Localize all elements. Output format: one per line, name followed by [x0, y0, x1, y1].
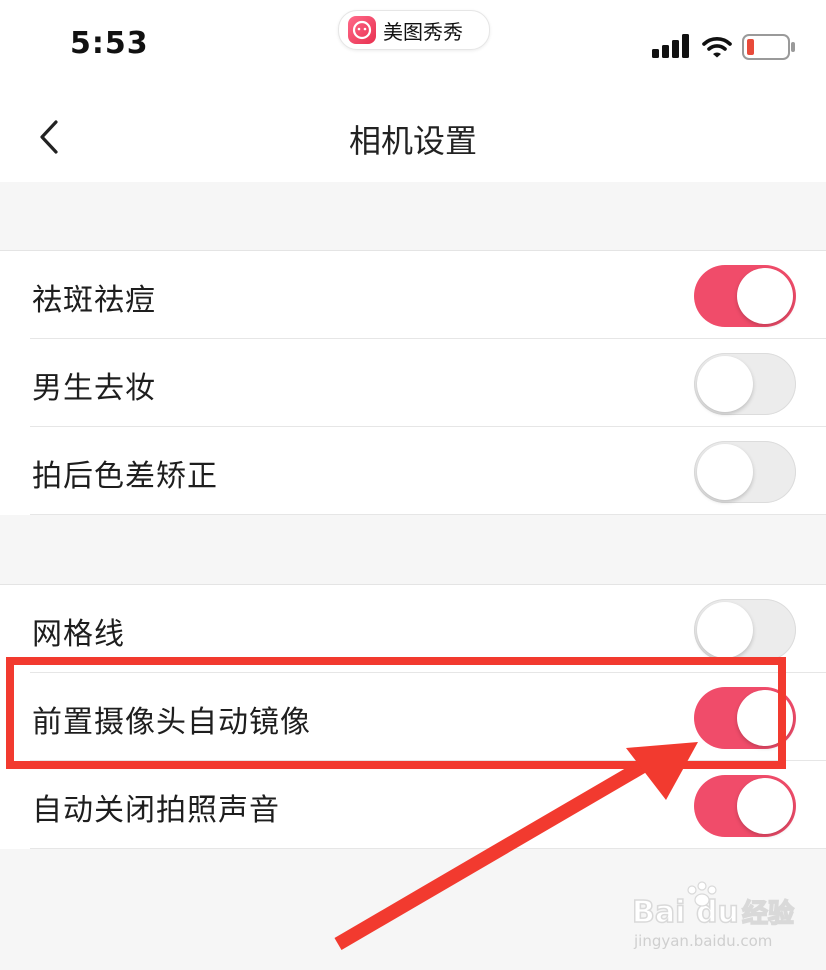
- baidu-watermark: Bai du 经验 jingyan.baidu.com: [631, 881, 795, 950]
- toggle-knob: [737, 268, 793, 324]
- toggle-switch[interactable]: [694, 775, 796, 837]
- toggle-knob: [737, 778, 793, 834]
- setting-label: 自动关闭拍照声音: [32, 793, 280, 828]
- toggle-switch[interactable]: [694, 265, 796, 327]
- settings-group-beauty: 祛斑祛痘 男生去妆 拍后色差矫正: [0, 250, 826, 515]
- settings-group-camera: 网格线 前置摄像头自动镜像 自动关闭拍照声音: [0, 584, 826, 849]
- app-name: 美图秀秀: [383, 19, 463, 44]
- paw-icon: [687, 881, 717, 907]
- watermark-product: 经验: [742, 898, 794, 929]
- battery-icon: [742, 34, 795, 60]
- signal-icon: [652, 34, 689, 58]
- toggle-knob: [697, 356, 753, 412]
- status-bar: 5:53 美图秀秀: [0, 0, 826, 90]
- setting-label: 拍后色差矫正: [32, 459, 218, 494]
- setting-row: 祛斑祛痘: [0, 251, 826, 339]
- setting-label: 前置摄像头自动镜像: [32, 705, 311, 740]
- setting-row: 前置摄像头自动镜像: [0, 673, 826, 761]
- status-time: 5:53: [70, 26, 149, 61]
- setting-row: 拍后色差矫正: [0, 427, 826, 515]
- toggle-knob: [697, 602, 753, 658]
- setting-label: 男生去妆: [32, 371, 156, 406]
- setting-row: 网格线: [0, 585, 826, 673]
- watermark-brand: Bai: [632, 895, 685, 930]
- row-divider: [30, 514, 826, 515]
- setting-label: 网格线: [32, 617, 125, 652]
- app-indicator-pill[interactable]: 美图秀秀: [338, 10, 490, 50]
- toggle-switch[interactable]: [694, 599, 796, 661]
- page-title: 相机设置: [348, 122, 477, 160]
- setting-label: 祛斑祛痘: [32, 283, 156, 318]
- watermark-url: jingyan.baidu.com: [633, 932, 772, 950]
- toggle-switch[interactable]: [694, 687, 796, 749]
- meitu-app-icon: [348, 16, 376, 44]
- watermark-brand-suffix: du: [696, 895, 739, 930]
- toggle-switch[interactable]: [694, 441, 796, 503]
- toggle-knob: [737, 690, 793, 746]
- setting-row: 自动关闭拍照声音: [0, 761, 826, 849]
- row-divider: [30, 848, 826, 849]
- wifi-icon: [702, 37, 732, 58]
- setting-row: 男生去妆: [0, 339, 826, 427]
- navigation-bar: 相机设置: [0, 90, 826, 182]
- toggle-knob: [697, 444, 753, 500]
- toggle-switch[interactable]: [694, 353, 796, 415]
